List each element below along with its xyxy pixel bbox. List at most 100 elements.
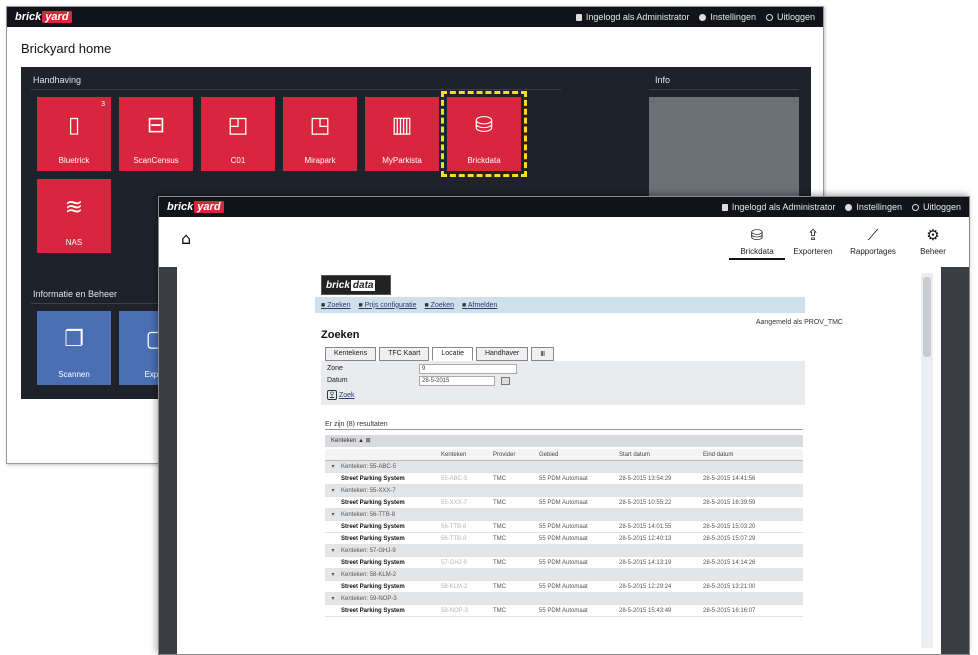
nav-prijs-configuratie[interactable]: Prijs configuratie: [359, 302, 417, 309]
start-date-cell: 28-5-2015 14:13:19: [619, 559, 672, 566]
nav-zoeken-2[interactable]: Zoeken: [424, 302, 454, 309]
group-label: Kenteken: 55-XXX-7: [341, 487, 396, 494]
home-icon[interactable]: ⌂: [181, 229, 191, 248]
collapse-icon[interactable]: ▾: [325, 487, 341, 494]
table-row[interactable]: Street Parking System 57-GHJ-9 TMC 55 PDM A…: [325, 557, 803, 569]
tab-locatie[interactable]: Locatie: [432, 347, 473, 361]
provider-cell: TMC: [493, 475, 506, 482]
date-label: Datum: [327, 377, 348, 384]
provider-cell: TMC: [493, 523, 506, 530]
column-header[interactable]: Start datum: [619, 452, 703, 458]
video-camera-icon: ◳: [309, 113, 331, 138]
tab-tfc-kaart[interactable]: TFC Kaart: [379, 347, 430, 361]
column-header[interactable]: Kenteken: [441, 452, 493, 458]
tile-badge: 3: [101, 101, 105, 108]
group-row[interactable]: ▾ Kenteken: 57-GHJ-9: [325, 545, 803, 557]
group-label: Kenteken: 59-NOP-3: [341, 595, 397, 602]
group-label: Kenteken: 55-ABC-5: [341, 463, 397, 470]
power-icon: [911, 203, 919, 211]
results-count: Er zijn (8) resultaten: [325, 421, 388, 428]
grouping-bar[interactable]: Kenteken ▲ ⊠: [325, 435, 803, 447]
group-row[interactable]: ▾ Kenteken: 55-ABC-5: [325, 461, 803, 473]
end-date-cell: 28-5-2015 14:41:56: [703, 475, 756, 482]
page-title: Zoeken: [321, 329, 360, 341]
start-date-cell: 28-5-2015 12:29:24: [619, 583, 672, 590]
phone-icon: ▯: [67, 113, 81, 138]
group-label: Kenteken: 57-GHJ-9: [341, 547, 396, 554]
table-row[interactable]: Street Parking System 58-KLM-2 TMC 55 PDM A…: [325, 581, 803, 593]
collapse-icon[interactable]: ▾: [325, 511, 341, 518]
logout-link[interactable]: Uitloggen: [911, 202, 961, 212]
toolbar-rapportages[interactable]: ⟋ Rapportages: [845, 223, 901, 256]
top-bar: brick yard Ingelogd als Administrator Ins…: [7, 7, 823, 27]
area-cell: 55 PDM Automaat: [539, 523, 588, 530]
brickyard-logo[interactable]: brick yard: [15, 11, 72, 23]
provider-cell: TMC: [493, 583, 506, 590]
collapse-icon[interactable]: ▾: [325, 463, 341, 470]
group-row[interactable]: ▾ Kenteken: 59-NOP-3: [325, 593, 803, 605]
area-cell: 55 PDM Automaat: [539, 583, 588, 590]
collapse-icon[interactable]: ▾: [325, 547, 341, 554]
brickyard-logo[interactable]: brick yard: [167, 201, 224, 213]
logged-in-as: Aangemeld als PROV_TMC: [755, 319, 843, 326]
table-row[interactable]: Street Parking System 59-NOP-3 TMC 55 PDM A…: [325, 605, 803, 617]
table-row[interactable]: Street Parking System 55-XXX-7 TMC 55 PDM A…: [325, 497, 803, 509]
column-header[interactable]: Eind datum: [703, 452, 787, 458]
start-date-cell: 28-5-2015 12:40:13: [619, 535, 672, 542]
toolbar-beheer[interactable]: ⚙ Beheer: [905, 223, 961, 256]
tile-scannen[interactable]: ❐ Scannen: [37, 311, 111, 385]
scan-car-icon: ⊟: [146, 113, 166, 138]
tab-more[interactable]: Ⅲ: [531, 347, 555, 361]
settings-link[interactable]: Instellingen: [845, 202, 902, 212]
logged-in-status[interactable]: Ingelogd als Administrator: [575, 12, 689, 22]
tile-nas[interactable]: ≋ NAS: [37, 179, 111, 253]
section-label-informatie: Informatie en Beheer: [33, 289, 118, 299]
search-form: Zone 9 Datum 28-5-2015 ⚲ Zoek: [321, 361, 805, 405]
provider-cell: TMC: [493, 559, 506, 566]
tab-handhaver[interactable]: Handhaver: [475, 347, 529, 361]
group-row[interactable]: ▾ Kenteken: 55-XXX-7: [325, 485, 803, 497]
settings-link[interactable]: Instellingen: [699, 12, 756, 22]
tile-c01[interactable]: ◰ C01: [201, 97, 275, 171]
toolbar-brickdata[interactable]: ⛁ Brickdata: [729, 223, 785, 260]
tile-scancensus[interactable]: ⊟ ScanCensus: [119, 97, 193, 171]
system-name: Street Parking System: [341, 559, 405, 566]
logged-in-status[interactable]: Ingelogd als Administrator: [721, 202, 835, 212]
collapse-icon[interactable]: ▾: [325, 571, 341, 578]
area-cell: 55 PDM Automaat: [539, 535, 588, 542]
grid-header: Kenteken Provider Gebied Start datum Ein…: [325, 449, 803, 461]
chart-line-icon: ⟋: [867, 226, 879, 244]
nav-zoeken[interactable]: Zoeken: [321, 302, 350, 309]
table-row[interactable]: Street Parking System 56-TTB-8 TMC 55 PDM A…: [325, 533, 803, 545]
brickdata-window: brick yard Ingelogd als Administrator Ins…: [158, 196, 970, 655]
table-row[interactable]: Street Parking System 55-ABC-5 TMC 55 PDM A…: [325, 473, 803, 485]
toolbar-exporteren[interactable]: ⇪ Exporteren: [785, 223, 841, 256]
tile-label: Scannen: [58, 370, 90, 379]
system-name: Street Parking System: [341, 535, 405, 542]
area-cell: 55 PDM Automaat: [539, 607, 588, 614]
date-field[interactable]: 28-5-2015: [419, 376, 495, 386]
nav-afmelden[interactable]: Afmelden: [462, 302, 498, 309]
lock-icon: [721, 203, 728, 211]
end-date-cell: 28-5-2015 15:07:29: [703, 535, 756, 542]
tab-kentekens[interactable]: Kentekens: [325, 347, 377, 361]
tile-mirapark[interactable]: ◳ Mirapark: [283, 97, 357, 171]
tile-myparkista[interactable]: ▥ MyParkista: [365, 97, 439, 171]
start-date-cell: 28-5-2015 13:54:29: [619, 475, 672, 482]
search-button[interactable]: ⚲ Zoek: [327, 390, 355, 400]
group-row[interactable]: ▾ Kenteken: 58-KLM-2: [325, 569, 803, 581]
logout-link[interactable]: Uitloggen: [765, 12, 815, 22]
calendar-icon[interactable]: [501, 377, 510, 385]
table-row[interactable]: Street Parking System 56-TTB-8 TMC 55 PDM A…: [325, 521, 803, 533]
highlight-box: [441, 91, 527, 177]
column-header[interactable]: Provider: [493, 452, 539, 458]
tile-bluetrick[interactable]: 3 ▯ Bluetrick: [37, 97, 111, 171]
collapse-icon[interactable]: ▾: [325, 595, 341, 602]
group-row[interactable]: ▾ Kenteken: 56-TTB-8: [325, 509, 803, 521]
column-header[interactable]: Gebied: [539, 452, 619, 458]
plate-cell: 59-NOP-3: [441, 607, 469, 614]
results-grid: Kenteken Provider Gebied Start datum Ein…: [325, 449, 803, 617]
zone-field[interactable]: 9: [419, 364, 517, 374]
scrollbar-thumb[interactable]: [923, 277, 931, 357]
tile-label: Bluetrick: [58, 156, 90, 165]
